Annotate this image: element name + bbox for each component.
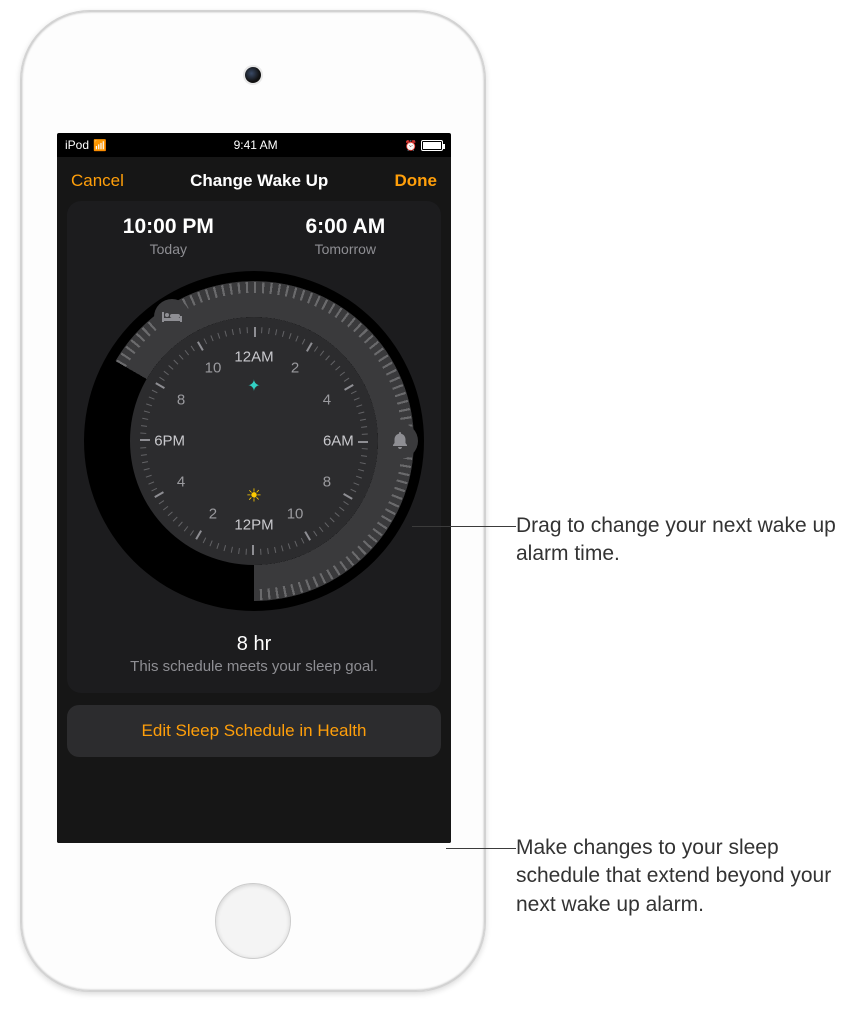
clock-label-2b: 2 [209,505,217,522]
clock-label-12am: 12AM [234,348,273,365]
sun-icon: ☀ [246,485,262,506]
wake-display: 6:00 AM Tomorrow [305,215,385,257]
sleep-goal-message: This schedule meets your sleep goal. [77,658,431,675]
callout-text-2: Make changes to your sleep schedule that… [516,836,831,916]
device-label: iPod [65,138,89,152]
battery-icon [421,140,443,151]
alarm-status-icon [405,138,417,152]
sleep-dial[interactable]: 12AM 12PM 6AM 6PM 2 4 8 10 2 4 8 10 ✦ ☀ [84,271,424,611]
schedule-card: 10:00 PM Today 6:00 AM Tomorrow [67,201,441,693]
nav-bar: Cancel Change Wake Up Done [57,157,451,201]
clock-label-10l: 10 [205,360,222,377]
front-camera [245,67,261,83]
clock-face: 12AM 12PM 6AM 6PM 2 4 8 10 2 4 8 10 ✦ ☀ [140,327,368,555]
clock-label-2: 2 [291,360,299,377]
edit-schedule-label: Edit Sleep Schedule in Health [142,721,367,740]
clock-label-8l: 8 [177,391,185,408]
cancel-button[interactable]: Cancel [71,171,124,191]
status-bar: iPod 9:41 AM [57,133,451,157]
sleep-hours: 8 hr [77,633,431,656]
clock-label-10: 10 [287,505,304,522]
clock-label-8: 8 [323,474,331,491]
wake-day: Tomorrow [305,241,385,257]
screen: iPod 9:41 AM Cancel Change Wake Up Done … [57,133,451,843]
bedtime-value: 10:00 PM [123,215,214,239]
callout-edit-schedule: Make changes to your sleep schedule that… [516,834,856,919]
clock-label-6am: 6AM [323,433,354,450]
status-time: 9:41 AM [234,138,278,152]
clock-label-4: 4 [323,391,331,408]
done-button[interactable]: Done [395,171,438,191]
bedtime-day: Today [123,241,214,257]
bedtime-handle[interactable] [154,299,190,335]
wifi-icon [93,138,107,152]
wake-handle[interactable] [382,423,418,459]
clock-label-12pm: 12PM [234,517,273,534]
callout-wake-handle: Drag to change your next wake up alarm t… [516,512,856,569]
clock-label-4b: 4 [177,474,185,491]
clock-label-6pm: 6PM [154,433,185,450]
sparkle-icon: ✦ [247,376,260,396]
sleep-goal: 8 hr This schedule meets your sleep goal… [77,633,431,675]
edit-schedule-button[interactable]: Edit Sleep Schedule in Health [67,705,441,757]
bell-icon [392,432,408,450]
wake-value: 6:00 AM [305,215,385,239]
home-button[interactable] [215,883,291,959]
clock-app: Cancel Change Wake Up Done 10:00 PM Toda… [57,157,451,843]
bedtime-display: 10:00 PM Today [123,215,214,257]
callout-text-1: Drag to change your next wake up alarm t… [516,514,836,565]
ipod-device-frame: iPod 9:41 AM Cancel Change Wake Up Done … [20,10,486,992]
page-title: Change Wake Up [190,171,328,191]
bed-icon [162,310,182,324]
